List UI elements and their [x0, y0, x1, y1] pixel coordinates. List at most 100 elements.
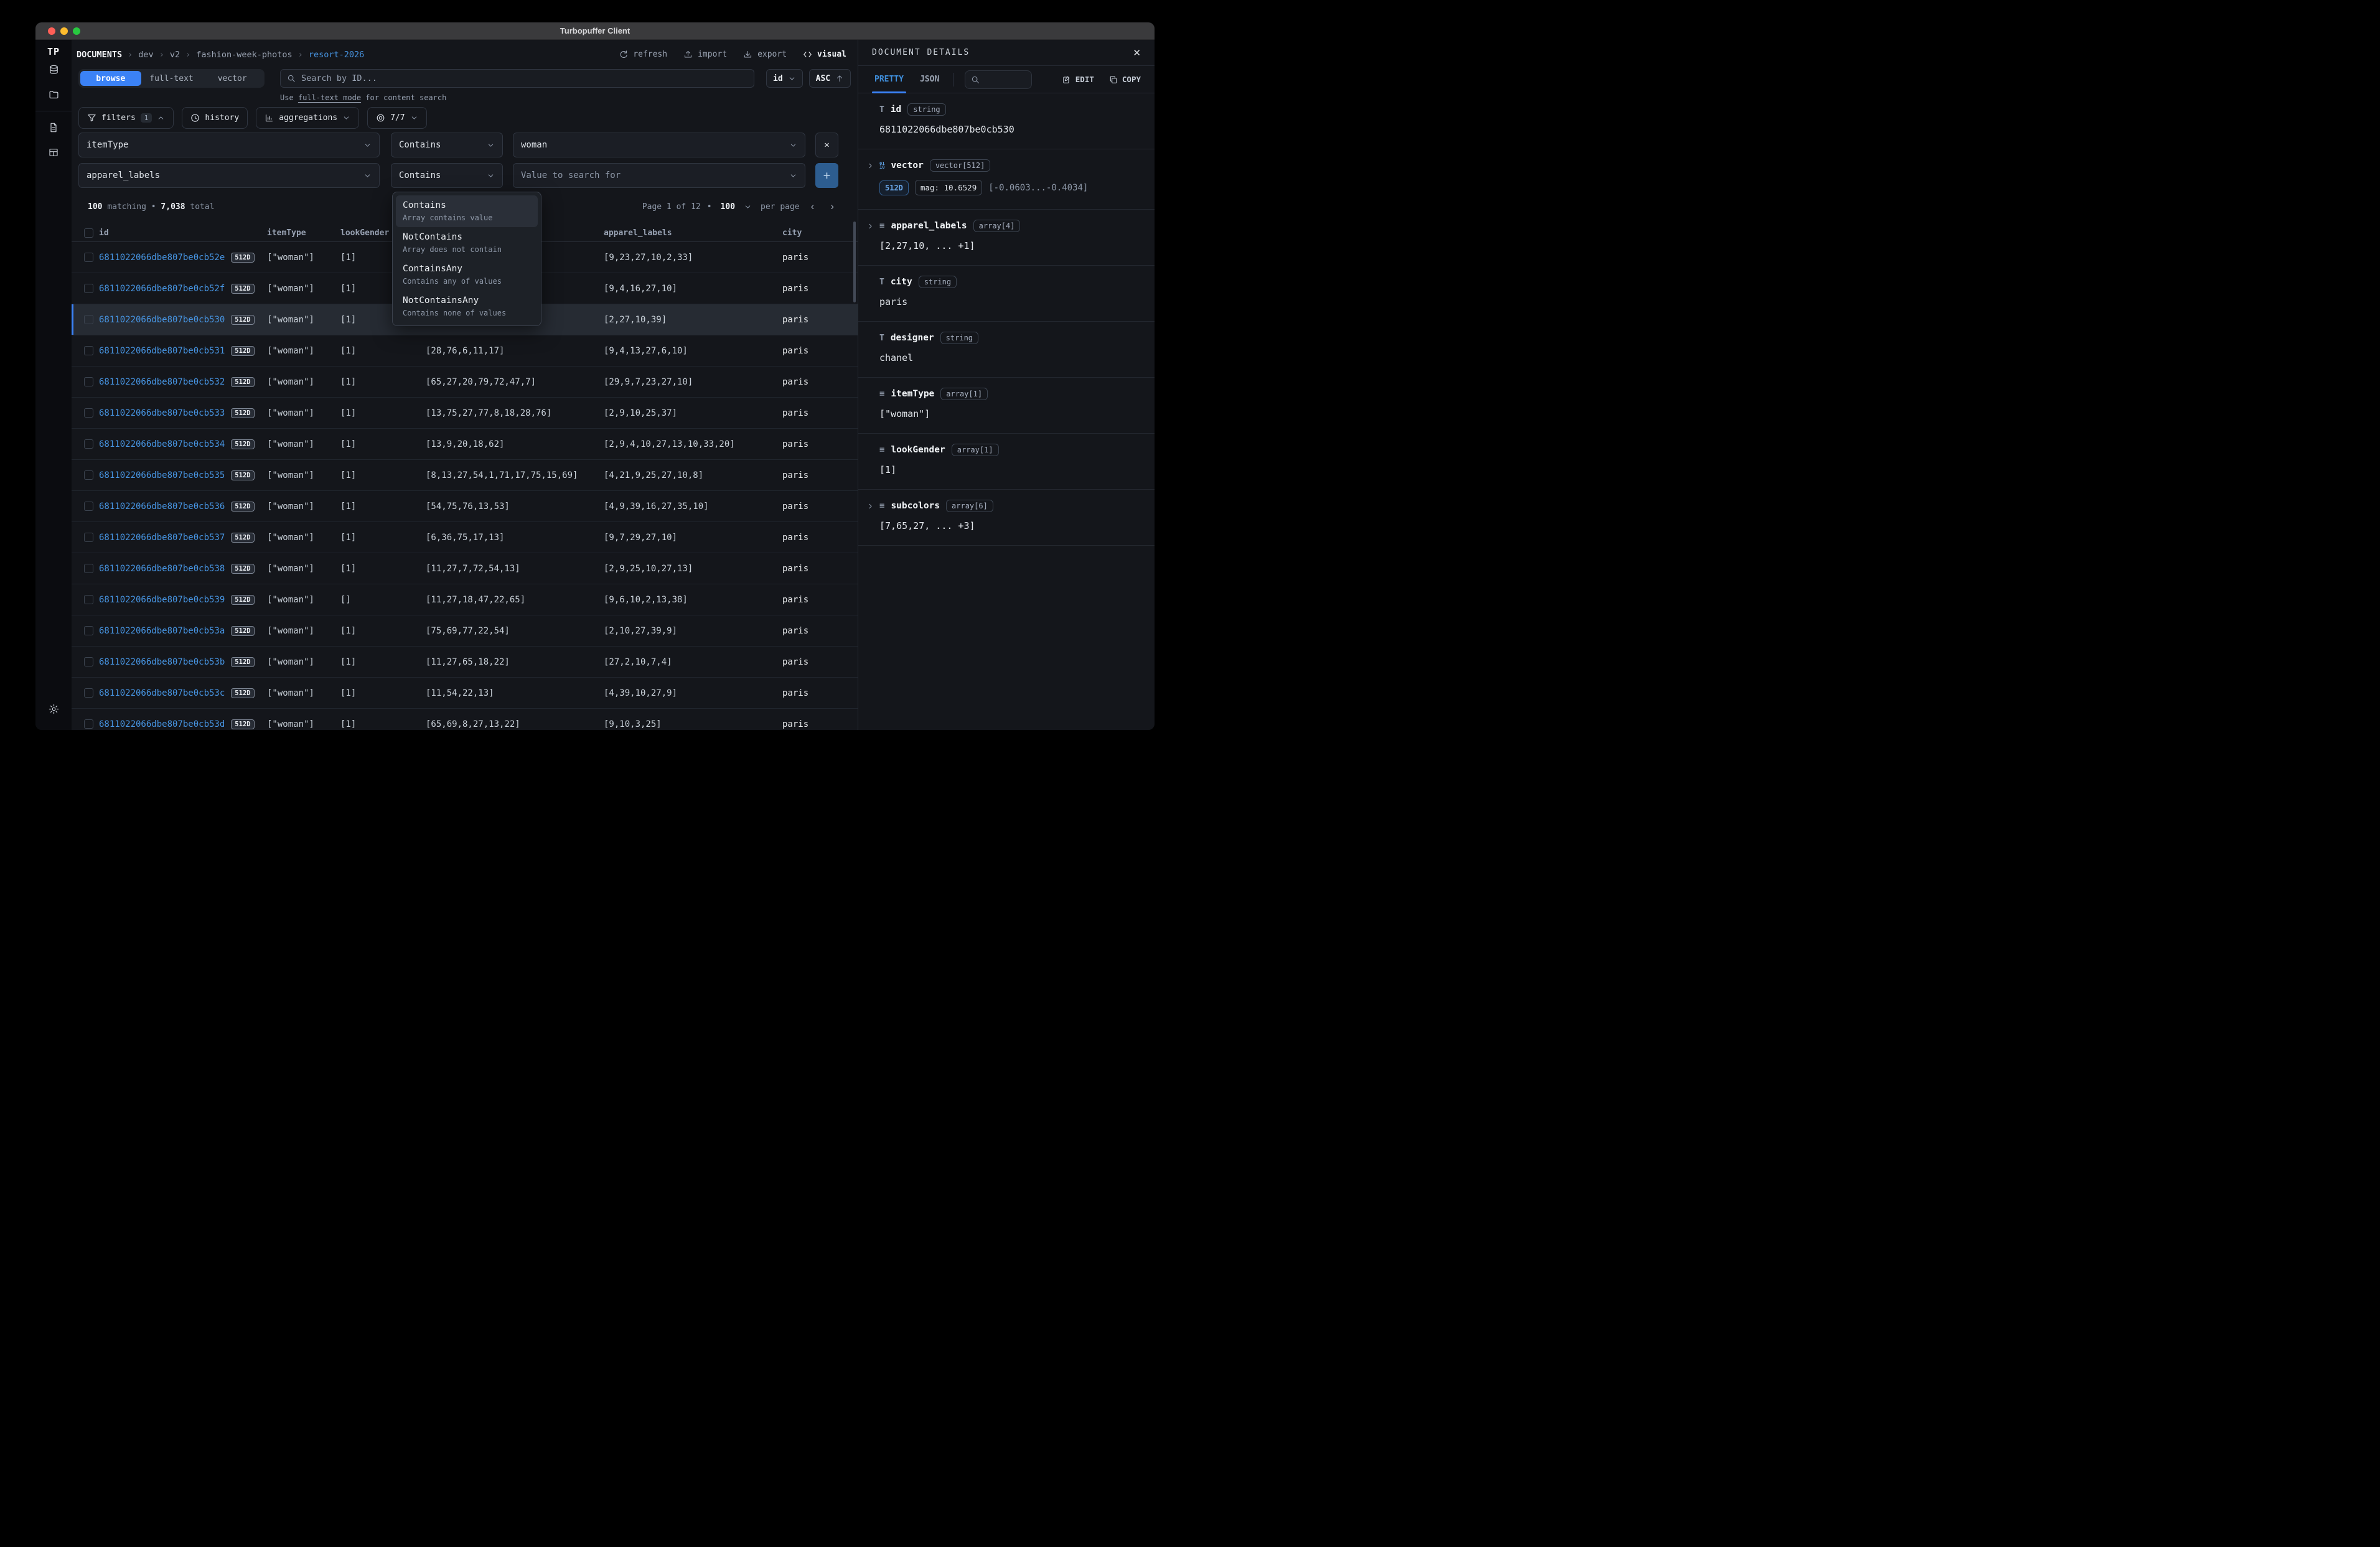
filter-field-select[interactable]: itemType	[78, 133, 380, 157]
per-page-select[interactable]: 100	[721, 202, 752, 212]
row-checkbox[interactable]	[84, 284, 93, 293]
table-row[interactable]: 6811022066dbe807be0cb539 512D ["woman"] …	[72, 584, 858, 615]
row-id-link[interactable]: 6811022066dbe807be0cb533	[99, 408, 225, 418]
details-tab-pretty[interactable]: PRETTY	[872, 66, 906, 93]
row-id-link[interactable]: 6811022066dbe807be0cb531	[99, 346, 225, 356]
filters-button[interactable]: filters1	[78, 107, 174, 129]
row-id-link[interactable]: 6811022066dbe807be0cb53c	[99, 688, 225, 698]
column-visibility-button[interactable]: 7/7	[367, 107, 426, 129]
expand-chevron-icon[interactable]	[866, 221, 874, 233]
edit-button[interactable]: EDIT	[1062, 75, 1094, 84]
breadcrumb-item[interactable]: v2	[170, 50, 180, 60]
filter-field-select[interactable]: apparel_labels	[78, 163, 380, 188]
operator-option-NotContainsAny[interactable]: NotContainsAnyContains none of values	[396, 291, 538, 322]
column-header-apparel_labels[interactable]: apparel_labels	[604, 228, 782, 238]
table-row[interactable]: 6811022066dbe807be0cb532 512D ["woman"] …	[72, 367, 858, 398]
row-checkbox[interactable]	[84, 408, 93, 418]
aggregations-button[interactable]: aggregations	[256, 107, 359, 129]
table-row[interactable]: 6811022066dbe807be0cb535 512D ["woman"] …	[72, 460, 858, 491]
sidebar-item-database[interactable]	[35, 57, 72, 82]
table-row[interactable]: 6811022066dbe807be0cb538 512D ["woman"] …	[72, 553, 858, 584]
row-id-link[interactable]: 6811022066dbe807be0cb53d	[99, 719, 225, 729]
table-row[interactable]: 6811022066dbe807be0cb53d 512D ["woman"] …	[72, 709, 858, 730]
row-checkbox[interactable]	[84, 315, 93, 324]
row-id-link[interactable]: 6811022066dbe807be0cb537	[99, 533, 225, 543]
import-button[interactable]: import	[683, 50, 727, 59]
operator-option-Contains[interactable]: ContainsArray contains value	[396, 195, 538, 227]
details-tab-json[interactable]: JSON	[917, 66, 942, 93]
filter-operator-select[interactable]: Contains	[391, 133, 503, 157]
table-row[interactable]: 6811022066dbe807be0cb534 512D ["woman"] …	[72, 429, 858, 460]
operator-option-NotContains[interactable]: NotContainsArray does not contain	[396, 227, 538, 259]
row-id-link[interactable]: 6811022066dbe807be0cb535	[99, 470, 225, 480]
add-filter-button[interactable]: +	[815, 163, 838, 188]
operator-option-ContainsAny[interactable]: ContainsAnyContains any of values	[396, 259, 538, 291]
prev-page-button[interactable]: ‹	[806, 200, 820, 213]
row-checkbox[interactable]	[84, 688, 93, 698]
breadcrumb-item[interactable]: dev	[138, 50, 153, 60]
row-id-link[interactable]: 6811022066dbe807be0cb52e	[99, 253, 225, 263]
visual-button[interactable]: visual	[803, 50, 846, 59]
filter-value-select[interactable]: woman	[513, 133, 805, 157]
sidebar-item-folder[interactable]	[35, 82, 72, 107]
row-id-link[interactable]: 6811022066dbe807be0cb53a	[99, 626, 225, 636]
table-row[interactable]: 6811022066dbe807be0cb53a 512D ["woman"] …	[72, 615, 858, 647]
row-checkbox[interactable]	[84, 470, 93, 480]
refresh-button[interactable]: refresh	[619, 50, 667, 59]
row-checkbox[interactable]	[84, 657, 93, 666]
details-search-box[interactable]	[965, 70, 1032, 89]
row-id-link[interactable]: 6811022066dbe807be0cb534	[99, 439, 225, 449]
row-id-link[interactable]: 6811022066dbe807be0cb53b	[99, 657, 225, 667]
expand-chevron-icon[interactable]	[866, 501, 874, 513]
row-checkbox[interactable]	[84, 595, 93, 604]
sidebar-item-table[interactable]	[35, 140, 72, 165]
row-id-link[interactable]: 6811022066dbe807be0cb539	[99, 595, 225, 605]
row-id-link[interactable]: 6811022066dbe807be0cb532	[99, 377, 225, 387]
filter-operator-select[interactable]: Contains	[391, 163, 503, 188]
table-row[interactable]: 6811022066dbe807be0cb536 512D ["woman"] …	[72, 491, 858, 522]
search-input[interactable]	[301, 73, 747, 83]
row-checkbox[interactable]	[84, 502, 93, 511]
row-checkbox[interactable]	[84, 346, 93, 355]
table-scrollbar[interactable]	[853, 222, 856, 302]
row-id-link[interactable]: 6811022066dbe807be0cb536	[99, 502, 225, 512]
close-details-button[interactable]: ✕	[1133, 47, 1141, 58]
sort-field-select[interactable]: id	[766, 69, 803, 88]
table-row[interactable]: 6811022066dbe807be0cb53c 512D ["woman"] …	[72, 678, 858, 709]
copy-button[interactable]: COPY	[1109, 75, 1141, 84]
history-button[interactable]: history	[182, 107, 248, 129]
full-text-mode-link[interactable]: full-text mode	[298, 93, 361, 102]
column-header-itemType[interactable]: itemType	[267, 228, 340, 238]
table-row[interactable]: 6811022066dbe807be0cb531 512D ["woman"] …	[72, 335, 858, 367]
settings-button[interactable]	[35, 696, 72, 721]
select-all-checkbox[interactable]	[84, 228, 93, 238]
breadcrumb-root[interactable]: DOCUMENTS	[77, 50, 122, 60]
row-checkbox[interactable]	[84, 439, 93, 449]
filter-value-select[interactable]: Value to search for	[513, 163, 805, 188]
row-checkbox[interactable]	[84, 564, 93, 573]
table-row[interactable]: 6811022066dbe807be0cb53b 512D ["woman"] …	[72, 647, 858, 678]
id-search-box[interactable]	[280, 69, 754, 88]
tab-full-text[interactable]: full-text	[141, 71, 202, 86]
sort-direction-button[interactable]: ASC	[809, 69, 851, 88]
row-checkbox[interactable]	[84, 253, 93, 262]
sidebar-item-document[interactable]	[35, 115, 72, 140]
row-checkbox[interactable]	[84, 377, 93, 386]
remove-filter-button[interactable]: ✕	[815, 133, 838, 157]
column-header-id[interactable]: id	[99, 228, 267, 238]
column-header-city[interactable]: city	[782, 228, 858, 238]
tab-vector[interactable]: vector	[202, 71, 263, 86]
row-checkbox[interactable]	[84, 626, 93, 635]
row-id-link[interactable]: 6811022066dbe807be0cb52f	[99, 284, 225, 294]
tab-browse[interactable]: browse	[80, 71, 141, 86]
expand-chevron-icon[interactable]	[866, 161, 874, 172]
row-checkbox[interactable]	[84, 719, 93, 729]
row-checkbox[interactable]	[84, 533, 93, 542]
export-button[interactable]: export	[743, 50, 787, 59]
breadcrumb-item[interactable]: fashion-week-photos	[196, 50, 292, 60]
row-id-link[interactable]: 6811022066dbe807be0cb538	[99, 564, 225, 574]
row-id-link[interactable]: 6811022066dbe807be0cb530	[99, 315, 225, 325]
table-row[interactable]: 6811022066dbe807be0cb537 512D ["woman"] …	[72, 522, 858, 553]
next-page-button[interactable]: ›	[825, 200, 839, 213]
table-row[interactable]: 6811022066dbe807be0cb533 512D ["woman"] …	[72, 398, 858, 429]
